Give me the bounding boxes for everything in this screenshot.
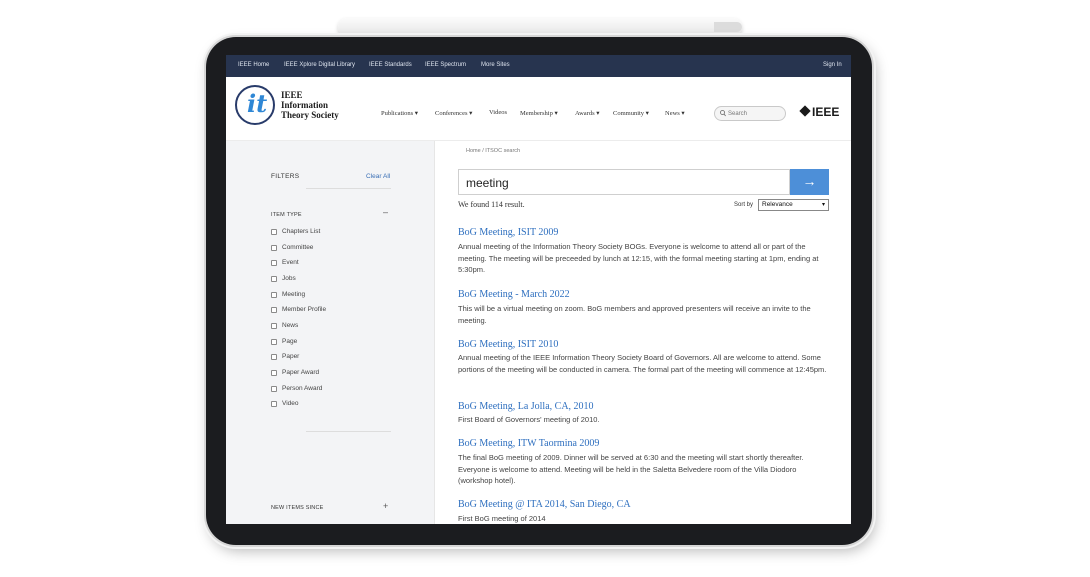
checkbox[interactable] xyxy=(271,386,277,392)
nav-membership[interactable]: Membership ▾ xyxy=(520,109,558,117)
result-title[interactable]: BoG Meeting @ ITA 2014, San Diego, CA xyxy=(458,499,631,510)
sort-by-select[interactable]: Relevance ▾ xyxy=(758,199,829,211)
pencil-tip xyxy=(714,22,742,32)
checkbox[interactable] xyxy=(271,354,277,360)
search-query-text: meeting xyxy=(466,176,509,190)
checkbox[interactable] xyxy=(271,245,277,251)
society-name[interactable]: IEEE Information Theory Society xyxy=(281,90,339,120)
chevron-down-icon: ▾ xyxy=(821,202,825,208)
result-description: This will be a virtual meeting on zoom. … xyxy=(458,304,811,325)
ieee-logo[interactable]: IEEE xyxy=(799,105,839,119)
checkbox[interactable] xyxy=(271,323,277,329)
result-description: The final BoG meeting of 2009. Dinner wi… xyxy=(458,453,804,486)
nav-awards[interactable]: Awards ▾ xyxy=(575,109,600,117)
result-description: First Board of Governors' meeting of 201… xyxy=(458,415,600,424)
new-items-since-title: NEW ITEMS SINCE xyxy=(271,505,324,511)
ieee-diamond-icon xyxy=(799,105,811,117)
nav-news[interactable]: News ▾ xyxy=(665,109,685,117)
item-type-collapse-toggle[interactable]: – xyxy=(383,207,388,217)
result-description: First BoG meeting of 2014 xyxy=(458,514,546,523)
topbar-link-spectrum[interactable]: IEEE Spectrum xyxy=(425,62,466,68)
result-description: Annual meeting of the IEEE Information T… xyxy=(458,353,827,374)
sign-in-link[interactable]: Sign In xyxy=(823,62,842,68)
checkbox[interactable] xyxy=(271,260,277,266)
clear-all-link[interactable]: Clear All xyxy=(366,173,390,180)
result-title[interactable]: BoG Meeting, ISIT 2010 xyxy=(458,339,558,350)
topbar-link-xplore[interactable]: IEEE Xplore Digital Library xyxy=(284,62,355,68)
result-title[interactable]: BoG Meeting, La Jolla, CA, 2010 xyxy=(458,401,594,412)
search-submit-button[interactable]: → xyxy=(790,169,829,195)
item-type-title: ITEM TYPE xyxy=(271,212,302,218)
checkbox[interactable] xyxy=(271,370,277,376)
topbar-link-more-sites[interactable]: More Sites xyxy=(481,62,510,68)
result-title[interactable]: BoG Meeting, ISIT 2009 xyxy=(458,227,558,238)
filters-title: FILTERS xyxy=(271,173,300,180)
checkbox[interactable] xyxy=(271,229,277,235)
logo-it-mark: it xyxy=(247,89,268,118)
society-logo[interactable]: it xyxy=(235,85,275,125)
checkbox[interactable] xyxy=(271,292,277,298)
divider xyxy=(306,431,391,432)
checkbox[interactable] xyxy=(271,276,277,282)
nav-videos[interactable]: Videos xyxy=(489,109,507,116)
result-title[interactable]: BoG Meeting - March 2022 xyxy=(458,289,570,300)
tablet-screen: IEEE Home IEEE Xplore Digital Library IE… xyxy=(226,55,851,524)
apple-pencil xyxy=(338,18,742,36)
search-placeholder: Search xyxy=(728,111,748,117)
checkbox[interactable] xyxy=(271,307,277,313)
topbar-link-ieee-home[interactable]: IEEE Home xyxy=(238,62,269,68)
result-description: Annual meeting of the Information Theory… xyxy=(458,242,819,275)
filters-sidebar: FILTERS Clear All ITEM TYPE – Chapters L… xyxy=(226,141,435,524)
divider xyxy=(306,188,391,189)
new-items-expand-toggle[interactable]: + xyxy=(383,501,388,511)
nav-publications[interactable]: Publications ▾ xyxy=(381,109,418,117)
sort-selected-value: Relevance xyxy=(762,201,793,208)
site-search-input[interactable]: meeting xyxy=(458,169,790,195)
nav-conferences[interactable]: Conferences ▾ xyxy=(435,109,472,117)
breadcrumb[interactable]: Home / ITSOC search xyxy=(466,148,520,154)
sort-by-label: Sort by xyxy=(734,202,754,208)
result-title[interactable]: BoG Meeting, ITW Taormina 2009 xyxy=(458,438,599,449)
search-icon xyxy=(720,110,726,117)
site-header: it IEEE Information Theory Society Publi… xyxy=(226,77,851,141)
nav-community[interactable]: Community ▾ xyxy=(613,109,649,117)
header-search-input[interactable]: Search xyxy=(714,106,786,121)
result-count: We found 114 result. xyxy=(458,200,525,209)
topbar-link-standards[interactable]: IEEE Standards xyxy=(369,62,412,68)
checkbox[interactable] xyxy=(271,339,277,345)
top-utility-bar: IEEE Home IEEE Xplore Digital Library IE… xyxy=(226,55,851,77)
checkbox[interactable] xyxy=(271,401,277,407)
